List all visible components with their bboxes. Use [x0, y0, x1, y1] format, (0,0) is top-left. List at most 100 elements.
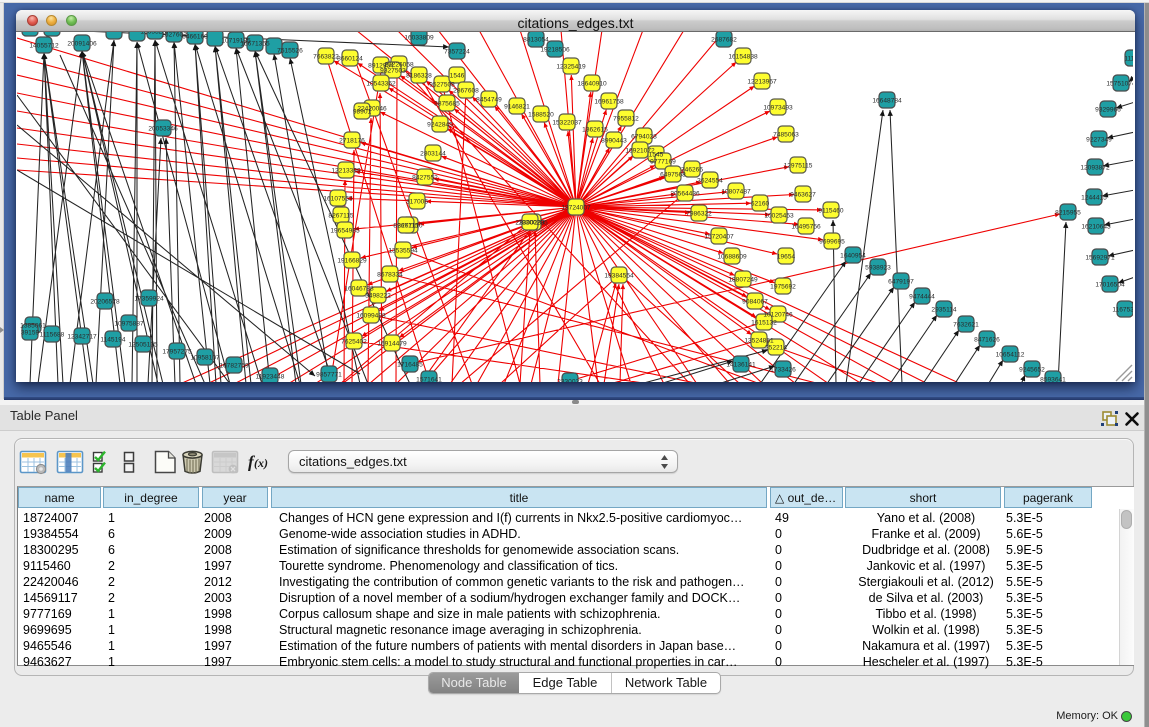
svg-text:9146821: 9146821	[504, 103, 530, 110]
svg-text:7663822: 7663822	[313, 53, 339, 60]
svg-text:8267115: 8267115	[328, 212, 354, 219]
svg-text:19166829: 19166829	[337, 257, 367, 264]
svg-text:1588520: 1588520	[528, 111, 554, 118]
svg-text:1545: 1545	[649, 151, 664, 158]
svg-text:10120746: 10120746	[763, 311, 793, 318]
svg-text:17359924: 17359924	[134, 295, 164, 302]
svg-text:12342717: 12342717	[67, 333, 97, 340]
svg-text:16671355: 16671355	[240, 40, 270, 47]
svg-text:2330023: 2330023	[557, 378, 583, 382]
svg-text:12093872: 12093872	[1080, 164, 1110, 171]
svg-text:9327503: 9327503	[380, 67, 406, 74]
svg-text:9699695: 9699695	[819, 238, 845, 245]
svg-text:16210643: 16210643	[1081, 223, 1111, 230]
svg-text:12975115: 12975115	[784, 162, 813, 169]
svg-text:19654: 19654	[777, 253, 796, 260]
svg-text:98901: 98901	[353, 108, 372, 115]
svg-text:252214: 252214	[765, 344, 787, 351]
svg-text:9463627: 9463627	[790, 191, 816, 198]
svg-text:16033809: 16033809	[404, 34, 434, 41]
svg-text:8267115: 8267115	[393, 222, 419, 229]
svg-text:15720407: 15720407	[704, 233, 734, 240]
svg-text:1975692: 1975692	[770, 283, 796, 290]
svg-text:3875685: 3875685	[434, 100, 460, 107]
svg-text:746266: 746266	[681, 166, 703, 173]
svg-text:18724007: 18724007	[561, 204, 591, 211]
svg-text:8660124: 8660124	[337, 55, 363, 62]
svg-text:16782759: 16782759	[219, 362, 249, 369]
svg-text:9084067: 9084067	[742, 298, 768, 305]
svg-text:1571641: 1571641	[416, 376, 442, 382]
svg-text:9115460: 9115460	[818, 207, 844, 214]
svg-text:13524851: 13524851	[744, 337, 774, 344]
svg-text:2867608: 2867608	[453, 87, 479, 94]
svg-text:12213967: 12213967	[747, 78, 777, 85]
svg-text:1167533: 1167533	[1112, 306, 1133, 313]
svg-text:9227349: 9227349	[1086, 136, 1112, 143]
svg-text:19654985: 19654985	[330, 227, 360, 234]
svg-text:10025453: 10025453	[764, 212, 794, 219]
svg-text:7632621: 7632621	[953, 321, 979, 328]
svg-text:8593641: 8593641	[1040, 376, 1066, 382]
svg-text:8186328: 8186328	[406, 72, 432, 79]
svg-text:10975887: 10975887	[114, 320, 144, 327]
svg-text:9245652: 9245652	[1019, 366, 1045, 373]
svg-text:1145194: 1145194	[100, 336, 126, 343]
svg-text:9777169: 9777169	[650, 158, 676, 165]
svg-text:13535594: 13535594	[388, 247, 418, 254]
svg-text:1716485: 1716485	[397, 361, 423, 368]
svg-text:2687682: 2687682	[711, 36, 737, 43]
svg-text:20053346: 20053346	[148, 125, 178, 132]
svg-text:17016504: 17016504	[1095, 281, 1125, 288]
svg-text:17957275: 17957275	[162, 348, 192, 355]
svg-text:317006: 317006	[406, 198, 428, 205]
svg-text:23300233: 23300233	[515, 219, 545, 226]
svg-text:18640910: 18640910	[577, 80, 607, 87]
svg-text:19384554: 19384554	[604, 272, 634, 279]
svg-text:5938923: 5938923	[865, 264, 891, 271]
svg-text:6466160: 6466160	[182, 33, 208, 40]
svg-text:11923448: 11923448	[256, 373, 285, 380]
svg-text:8813054: 8813054	[523, 36, 549, 43]
svg-text:2935114: 2935114	[931, 306, 957, 313]
svg-text:10807487: 10807487	[721, 188, 751, 195]
svg-text:9527508: 9527508	[429, 81, 455, 88]
svg-text:11121: 11121	[1124, 55, 1133, 62]
svg-text:3624554: 3624554	[697, 177, 723, 184]
svg-text:15322037: 15322037	[552, 119, 582, 126]
svg-text:1244415: 1244415	[1081, 194, 1107, 201]
svg-text:39159: 39159	[21, 329, 40, 336]
svg-text:16914479: 16914479	[377, 340, 407, 347]
svg-text:10688609: 10688609	[717, 253, 747, 260]
svg-text:9329966: 9329966	[1095, 106, 1121, 113]
svg-text:16495756: 16495756	[791, 223, 821, 230]
svg-text:9474444: 9474444	[909, 293, 935, 300]
svg-text:1640954: 1640954	[840, 252, 866, 259]
svg-text:3498222: 3498222	[365, 292, 391, 299]
svg-text:62160: 62160	[751, 200, 770, 207]
svg-text:9242845: 9242845	[427, 121, 453, 128]
svg-text:7625402: 7625402	[341, 338, 367, 345]
svg-text:6794028: 6794028	[631, 133, 657, 140]
svg-text:16046788: 16046788	[344, 285, 374, 292]
svg-text:2718176: 2718176	[339, 137, 365, 144]
svg-text:8678334: 8678334	[377, 271, 403, 278]
svg-text:20091406: 20091406	[67, 40, 97, 47]
svg-text:1615132: 1615132	[751, 319, 777, 326]
svg-text:(x): (x)	[254, 456, 268, 470]
svg-text:8454749: 8454749	[476, 96, 502, 103]
svg-text:7955812: 7955812	[613, 115, 639, 122]
svg-text:12213389: 12213389	[331, 167, 361, 174]
svg-text:6479197: 6479197	[888, 278, 914, 285]
svg-text:16099488: 16099488	[356, 312, 386, 319]
svg-text:10958107: 10958107	[190, 354, 220, 361]
svg-text:20564436: 20564436	[670, 190, 700, 197]
svg-text:8990443: 8990443	[601, 137, 627, 144]
svg-text:9857771: 9857771	[316, 371, 342, 378]
svg-text:16961758: 16961758	[594, 98, 624, 105]
svg-text:1362615: 1362615	[582, 126, 608, 133]
svg-text:1546: 1546	[450, 72, 465, 79]
svg-text:1733426: 1733426	[770, 366, 796, 373]
svg-text:8215955: 8215955	[1055, 209, 1081, 216]
svg-text:10543362: 10543362	[366, 80, 396, 87]
